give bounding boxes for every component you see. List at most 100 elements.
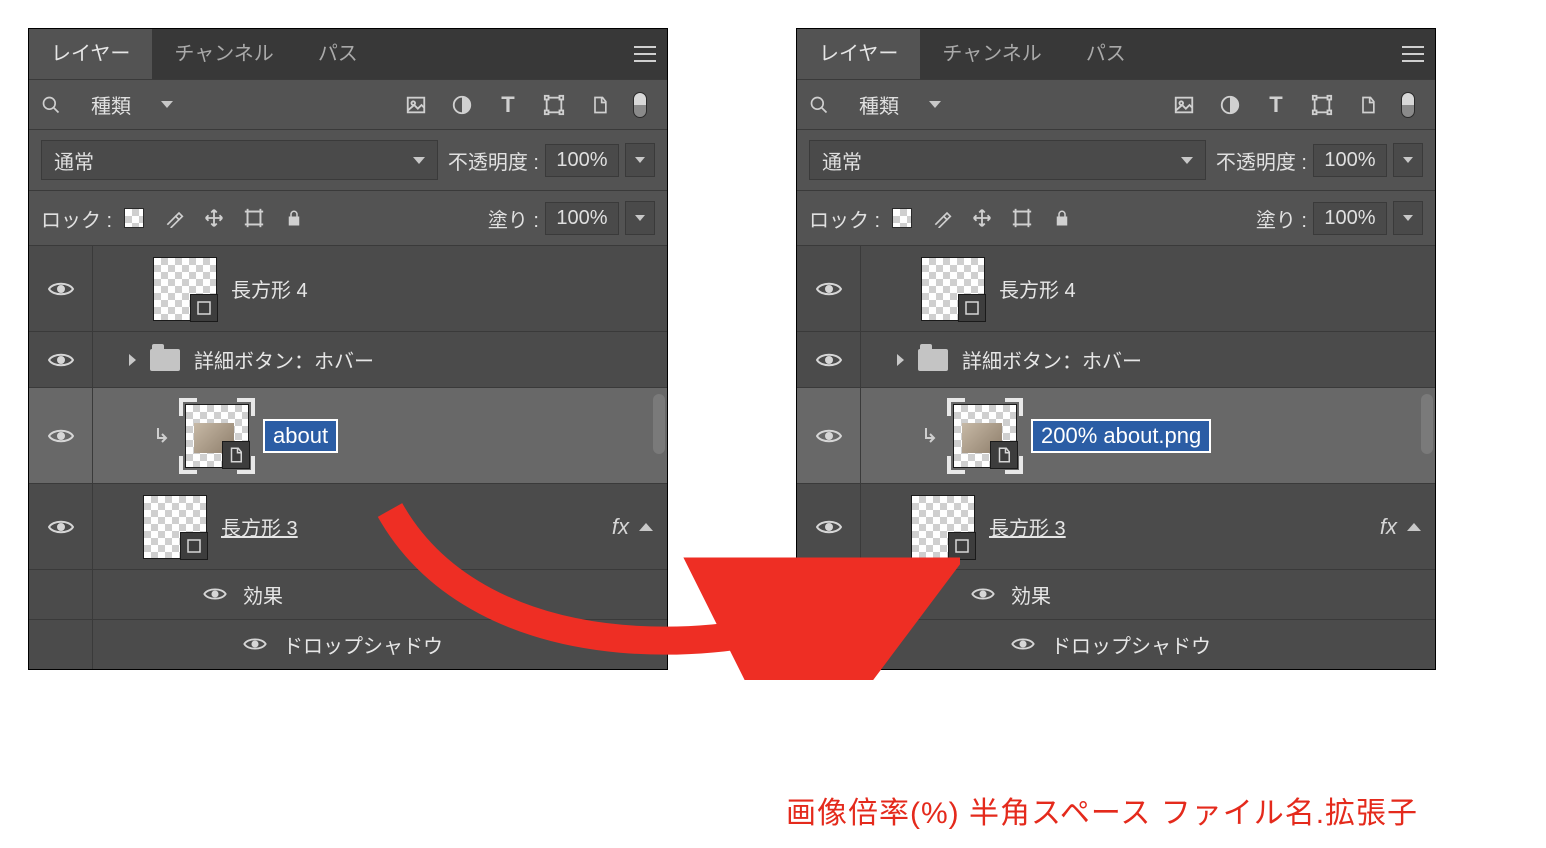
opacity-dropdown[interactable] (625, 143, 655, 177)
visibility-icon[interactable] (816, 280, 842, 298)
fill-value[interactable]: 100% (545, 202, 619, 235)
lock-position-icon[interactable] (202, 206, 226, 230)
filter-kind-select[interactable]: 種類 (809, 90, 949, 119)
lock-row: ロック : 塗り : 100% (29, 190, 667, 245)
effects-label: 効果 (243, 580, 283, 609)
filter-type-icon[interactable]: T (495, 92, 521, 118)
shape-badge-icon (180, 532, 208, 560)
layer-name: 長方形 4 (231, 274, 308, 303)
effect-dropshadow-row[interactable]: ドロップシャドウ (797, 619, 1435, 669)
group-toggle-icon[interactable] (129, 354, 136, 366)
lock-all-icon[interactable] (1050, 206, 1074, 230)
visibility-icon[interactable] (48, 280, 74, 298)
visibility-icon[interactable] (1011, 636, 1037, 654)
layer-name: 長方形 3 (989, 512, 1066, 541)
visibility-icon[interactable] (48, 518, 74, 536)
layers-panel-right: レイヤー チャンネル パス 種類 T 通常 不透明度 : 100% (796, 28, 1436, 670)
layer-rename-input[interactable]: 200% about.png (1031, 419, 1211, 453)
visibility-icon[interactable] (243, 636, 269, 654)
filter-image-icon[interactable] (403, 92, 429, 118)
layer-row-rect3[interactable]: 長方形 3 fx (29, 483, 667, 569)
filter-type-icon[interactable]: T (1263, 92, 1289, 118)
tab-paths[interactable]: パス (296, 29, 380, 79)
layer-thumbnail (153, 257, 217, 321)
visibility-icon[interactable] (816, 351, 842, 369)
tab-layers[interactable]: レイヤー (29, 29, 152, 79)
opacity-label: 不透明度 : (1216, 146, 1307, 175)
tab-channels[interactable]: チャンネル (920, 29, 1063, 79)
opacity-dropdown[interactable] (1393, 143, 1423, 177)
effect-dropshadow-row[interactable]: ドロップシャドウ (29, 619, 667, 669)
lock-label: ロック : (41, 204, 112, 233)
lock-row: ロック : 塗り : 100% (797, 190, 1435, 245)
shape-badge-icon (948, 532, 976, 560)
tab-layers[interactable]: レイヤー (797, 29, 920, 79)
filter-smart-icon[interactable] (1355, 92, 1381, 118)
layers-list: 長方形 4 詳細ボタン：ホバー (797, 245, 1435, 669)
layer-thumbnail (143, 495, 207, 559)
fill-dropdown[interactable] (625, 201, 655, 235)
lock-label: ロック : (809, 204, 880, 233)
effect-name: ドロップシャドウ (1051, 630, 1211, 659)
lock-artboard-icon[interactable] (1010, 206, 1034, 230)
layer-thumbnail (921, 257, 985, 321)
lock-transparency-icon[interactable] (890, 206, 914, 230)
visibility-icon[interactable] (48, 427, 74, 445)
shape-badge-icon (190, 294, 218, 322)
layer-rename-input[interactable]: about (263, 419, 338, 453)
filter-kind-select[interactable]: 種類 (41, 90, 181, 119)
layer-row-group[interactable]: 詳細ボタン：ホバー (797, 331, 1435, 387)
visibility-icon[interactable] (203, 586, 229, 604)
lock-pixels-icon[interactable] (162, 206, 186, 230)
panel-menu-icon[interactable] (1391, 29, 1435, 79)
layer-thumbnail (953, 404, 1017, 468)
group-toggle-icon[interactable] (897, 354, 904, 366)
fx-toggle-icon[interactable] (639, 523, 653, 531)
shape-badge-icon (958, 294, 986, 322)
filter-shape-icon[interactable] (1309, 92, 1335, 118)
filter-adjust-icon[interactable] (449, 92, 475, 118)
panel-menu-icon[interactable] (623, 29, 667, 79)
layer-row-group[interactable]: 詳細ボタン：ホバー (29, 331, 667, 387)
fill-value[interactable]: 100% (1313, 202, 1387, 235)
layers-list: 長方形 4 詳細ボタン：ホバー (29, 245, 667, 669)
filter-shape-icon[interactable] (541, 92, 567, 118)
layers-panel-left: レイヤー チャンネル パス 種類 T 通常 不透明度 : 100% (28, 28, 668, 670)
layer-row-rect4[interactable]: 長方形 4 (29, 245, 667, 331)
visibility-icon[interactable] (816, 427, 842, 445)
layer-name: 長方形 3 (221, 512, 298, 541)
visibility-icon[interactable] (816, 518, 842, 536)
layer-row-smartobject[interactable]: 200% about.png (797, 387, 1435, 483)
layer-thumbnail (911, 495, 975, 559)
search-icon (41, 95, 61, 115)
fx-label: fx (1380, 514, 1397, 540)
blend-mode-select[interactable]: 通常 (41, 140, 438, 180)
effects-header-row[interactable]: 効果 (29, 569, 667, 619)
opacity-value[interactable]: 100% (1313, 144, 1387, 177)
lock-all-icon[interactable] (282, 206, 306, 230)
filter-toggle[interactable] (633, 92, 647, 118)
filter-adjust-icon[interactable] (1217, 92, 1243, 118)
layer-row-rect4[interactable]: 長方形 4 (797, 245, 1435, 331)
effects-header-row[interactable]: 効果 (797, 569, 1435, 619)
filter-toggle[interactable] (1401, 92, 1415, 118)
filter-smart-icon[interactable] (587, 92, 613, 118)
fx-toggle-icon[interactable] (1407, 523, 1421, 531)
lock-position-icon[interactable] (970, 206, 994, 230)
clip-arrow-icon (153, 427, 171, 445)
filter-image-icon[interactable] (1171, 92, 1197, 118)
tab-paths[interactable]: パス (1064, 29, 1148, 79)
lock-artboard-icon[interactable] (242, 206, 266, 230)
lock-transparency-icon[interactable] (122, 206, 146, 230)
blend-mode-select[interactable]: 通常 (809, 140, 1206, 180)
lock-pixels-icon[interactable] (930, 206, 954, 230)
visibility-icon[interactable] (48, 351, 74, 369)
layer-row-rect3[interactable]: 長方形 3 fx (797, 483, 1435, 569)
visibility-icon[interactable] (971, 586, 997, 604)
layer-row-smartobject[interactable]: about (29, 387, 667, 483)
fill-dropdown[interactable] (1393, 201, 1423, 235)
tab-channels[interactable]: チャンネル (152, 29, 295, 79)
opacity-value[interactable]: 100% (545, 144, 619, 177)
scrollbar-thumb[interactable] (1421, 394, 1433, 454)
scrollbar-thumb[interactable] (653, 394, 665, 454)
